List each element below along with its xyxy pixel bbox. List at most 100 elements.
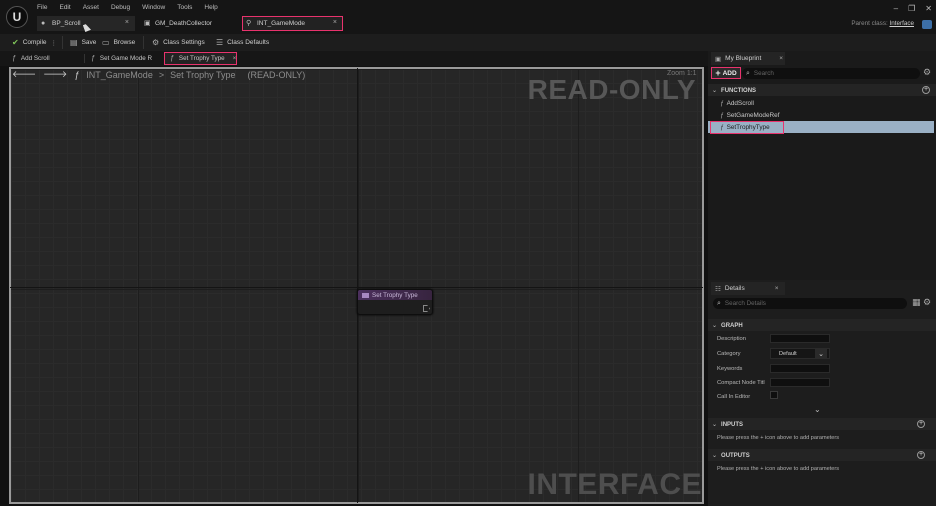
details-icon: ☷ <box>715 285 721 293</box>
menu-help[interactable]: Help <box>204 4 217 14</box>
details-search[interactable]: ⌕ Search Details <box>713 298 907 309</box>
graph-section-header[interactable]: ⌄ GRAPH <box>712 322 743 330</box>
function-icon: ƒ <box>720 111 724 119</box>
parent-class-link[interactable]: Interface <box>889 20 914 27</box>
details-panel <box>708 280 936 506</box>
graph-tab-add-scroll[interactable]: ƒ Add Scroll <box>6 52 82 65</box>
interface-icon: ⚲ <box>246 20 252 27</box>
add-function-icon[interactable]: + <box>922 86 930 94</box>
toolbar <box>0 34 936 51</box>
class-settings-button[interactable]: ⚙ Class Settings <box>152 37 205 48</box>
close-window-button[interactable]: ✕ <box>925 4 932 13</box>
breadcrumb: 🡐 🡒 ƒ INT_GameMode > Set Trophy Type (RE… <box>12 69 305 80</box>
blueprint-icon: ▣ <box>715 55 722 63</box>
function-item-settrophytype[interactable]: ƒ SetTrophyType <box>710 121 784 134</box>
minimize-button[interactable]: – <box>894 4 898 13</box>
function-item-addscroll[interactable]: ƒ AddScroll <box>720 97 754 109</box>
close-icon[interactable]: × <box>233 55 237 62</box>
doc-tab-label: GM_DeathCollector <box>155 20 213 27</box>
window-controls: – ❐ ✕ <box>894 4 932 13</box>
add-input-icon[interactable]: + <box>917 420 925 428</box>
menu-debug[interactable]: Debug <box>111 4 130 14</box>
function-icon: ƒ <box>12 55 16 62</box>
close-icon[interactable]: × <box>775 285 779 292</box>
save-button[interactable]: ▤ Save <box>70 37 96 48</box>
functions-section-header[interactable]: ⌄ FUNCTIONS <box>712 87 757 95</box>
close-icon[interactable]: × <box>779 55 783 62</box>
maximize-button[interactable]: ❐ <box>908 4 915 13</box>
details-tab-label: Details <box>724 285 745 292</box>
graph-tab-set-game-mode[interactable]: ƒ Set Game Mode R <box>85 52 161 65</box>
unreal-logo-icon[interactable]: U <box>6 6 28 28</box>
outputs-section-header[interactable]: ⌄ OUTPUTS <box>712 452 750 460</box>
readonly-watermark: READ-ONLY <box>527 74 696 105</box>
category-dropdown[interactable]: Default ⌄ <box>770 348 830 359</box>
add-output-icon[interactable]: + <box>917 451 925 459</box>
plus-icon: + <box>715 68 721 78</box>
keywords-field[interactable] <box>770 364 830 373</box>
chevron-down-icon: ⌄ <box>712 88 718 94</box>
chevron-down-icon: ⌄ <box>712 422 718 428</box>
menu-window[interactable]: Window <box>142 4 165 14</box>
readonly-status: (READ-ONLY) <box>247 69 306 80</box>
forward-arrow-icon[interactable]: 🡒 <box>43 69 67 80</box>
search-placeholder: Search <box>753 70 774 77</box>
function-icon: ƒ <box>170 55 174 62</box>
graph-tab-set-trophy-type[interactable]: ƒ Set Trophy Type × <box>164 52 237 65</box>
details-tab[interactable]: ☷ Details × <box>711 282 785 295</box>
my-blueprint-search[interactable]: ⌕ Search <box>742 68 920 79</box>
grid-view-icon[interactable]: ▦ <box>912 297 921 308</box>
settings-gear-icon[interactable]: ⚙ <box>923 297 931 308</box>
class-defaults-label: Class Defaults <box>227 39 270 46</box>
folder-icon: ▭ <box>102 38 110 47</box>
function-label: SetTrophyType <box>726 124 770 131</box>
sliders-icon: ☰ <box>216 38 224 47</box>
toolbar-divider <box>143 36 144 49</box>
node-header: Set Trophy Type <box>358 290 432 300</box>
function-icon: ƒ <box>720 99 724 107</box>
call-in-editor-label: Call In Editor <box>717 394 751 400</box>
game-mode-icon: ▣ <box>144 20 151 27</box>
exec-pin-icon[interactable] <box>423 305 430 312</box>
back-arrow-icon[interactable]: 🡐 <box>12 69 36 80</box>
function-item-setgamemoderef[interactable]: ƒ SetGameModeRef <box>720 109 780 121</box>
doc-tab-gm-deathcollector[interactable]: ▣ GM_DeathCollector <box>140 16 238 31</box>
menu-tools[interactable]: Tools <box>177 4 192 14</box>
compile-button[interactable]: ✔ Compile ⋮ <box>12 37 57 48</box>
menu-edit[interactable]: Edit <box>59 4 70 14</box>
class-defaults-button[interactable]: ☰ Class Defaults <box>216 37 269 48</box>
doc-tab-int-gamemode[interactable]: ⚲ INT_GameMode × <box>242 16 343 31</box>
close-icon[interactable]: × <box>125 19 129 26</box>
browse-label: Browse <box>113 39 136 46</box>
function-node-icon <box>362 292 369 298</box>
doc-tab-label: BP_Scroll <box>52 20 81 27</box>
browse-button[interactable]: ▭ Browse <box>102 37 135 48</box>
chevron-down-icon: ⌄ <box>815 349 827 358</box>
gear-icon: ⚙ <box>152 38 160 47</box>
advanced-expand-chevron-icon[interactable]: ⌄ <box>814 405 821 414</box>
inputs-section-header[interactable]: ⌄ INPUTS <box>712 421 743 429</box>
breadcrumb-root[interactable]: INT_GameMode <box>86 70 153 80</box>
function-entry-node[interactable]: Set Trophy Type <box>357 289 433 315</box>
add-button[interactable]: + ADD <box>711 67 741 79</box>
breadcrumb-current: Set Trophy Type <box>170 69 236 80</box>
function-icon: ƒ <box>74 69 80 80</box>
outputs-header-label: OUTPUTS <box>721 452 750 459</box>
menu-file[interactable]: File <box>37 4 47 14</box>
source-control-icon[interactable] <box>922 20 932 29</box>
parent-class: Parent class: Interface <box>851 20 914 27</box>
description-field[interactable] <box>770 334 830 343</box>
functions-header-label: FUNCTIONS <box>721 87 757 94</box>
my-blueprint-tab[interactable]: ▣ My Blueprint × <box>711 52 785 65</box>
call-in-editor-checkbox[interactable] <box>770 391 778 399</box>
compact-node-title-field[interactable] <box>770 378 830 387</box>
settings-gear-icon[interactable]: ⚙ <box>923 67 931 78</box>
function-icon: ƒ <box>91 55 95 62</box>
my-blueprint-tab-label: My Blueprint <box>725 55 762 62</box>
kebab-icon[interactable]: ⋮ <box>51 39 58 47</box>
description-label: Description <box>717 336 746 342</box>
function-label: SetGameModeRef <box>726 111 780 119</box>
search-placeholder: Search Details <box>724 300 766 307</box>
close-icon[interactable]: × <box>333 19 337 26</box>
menu-asset[interactable]: Asset <box>83 4 99 14</box>
